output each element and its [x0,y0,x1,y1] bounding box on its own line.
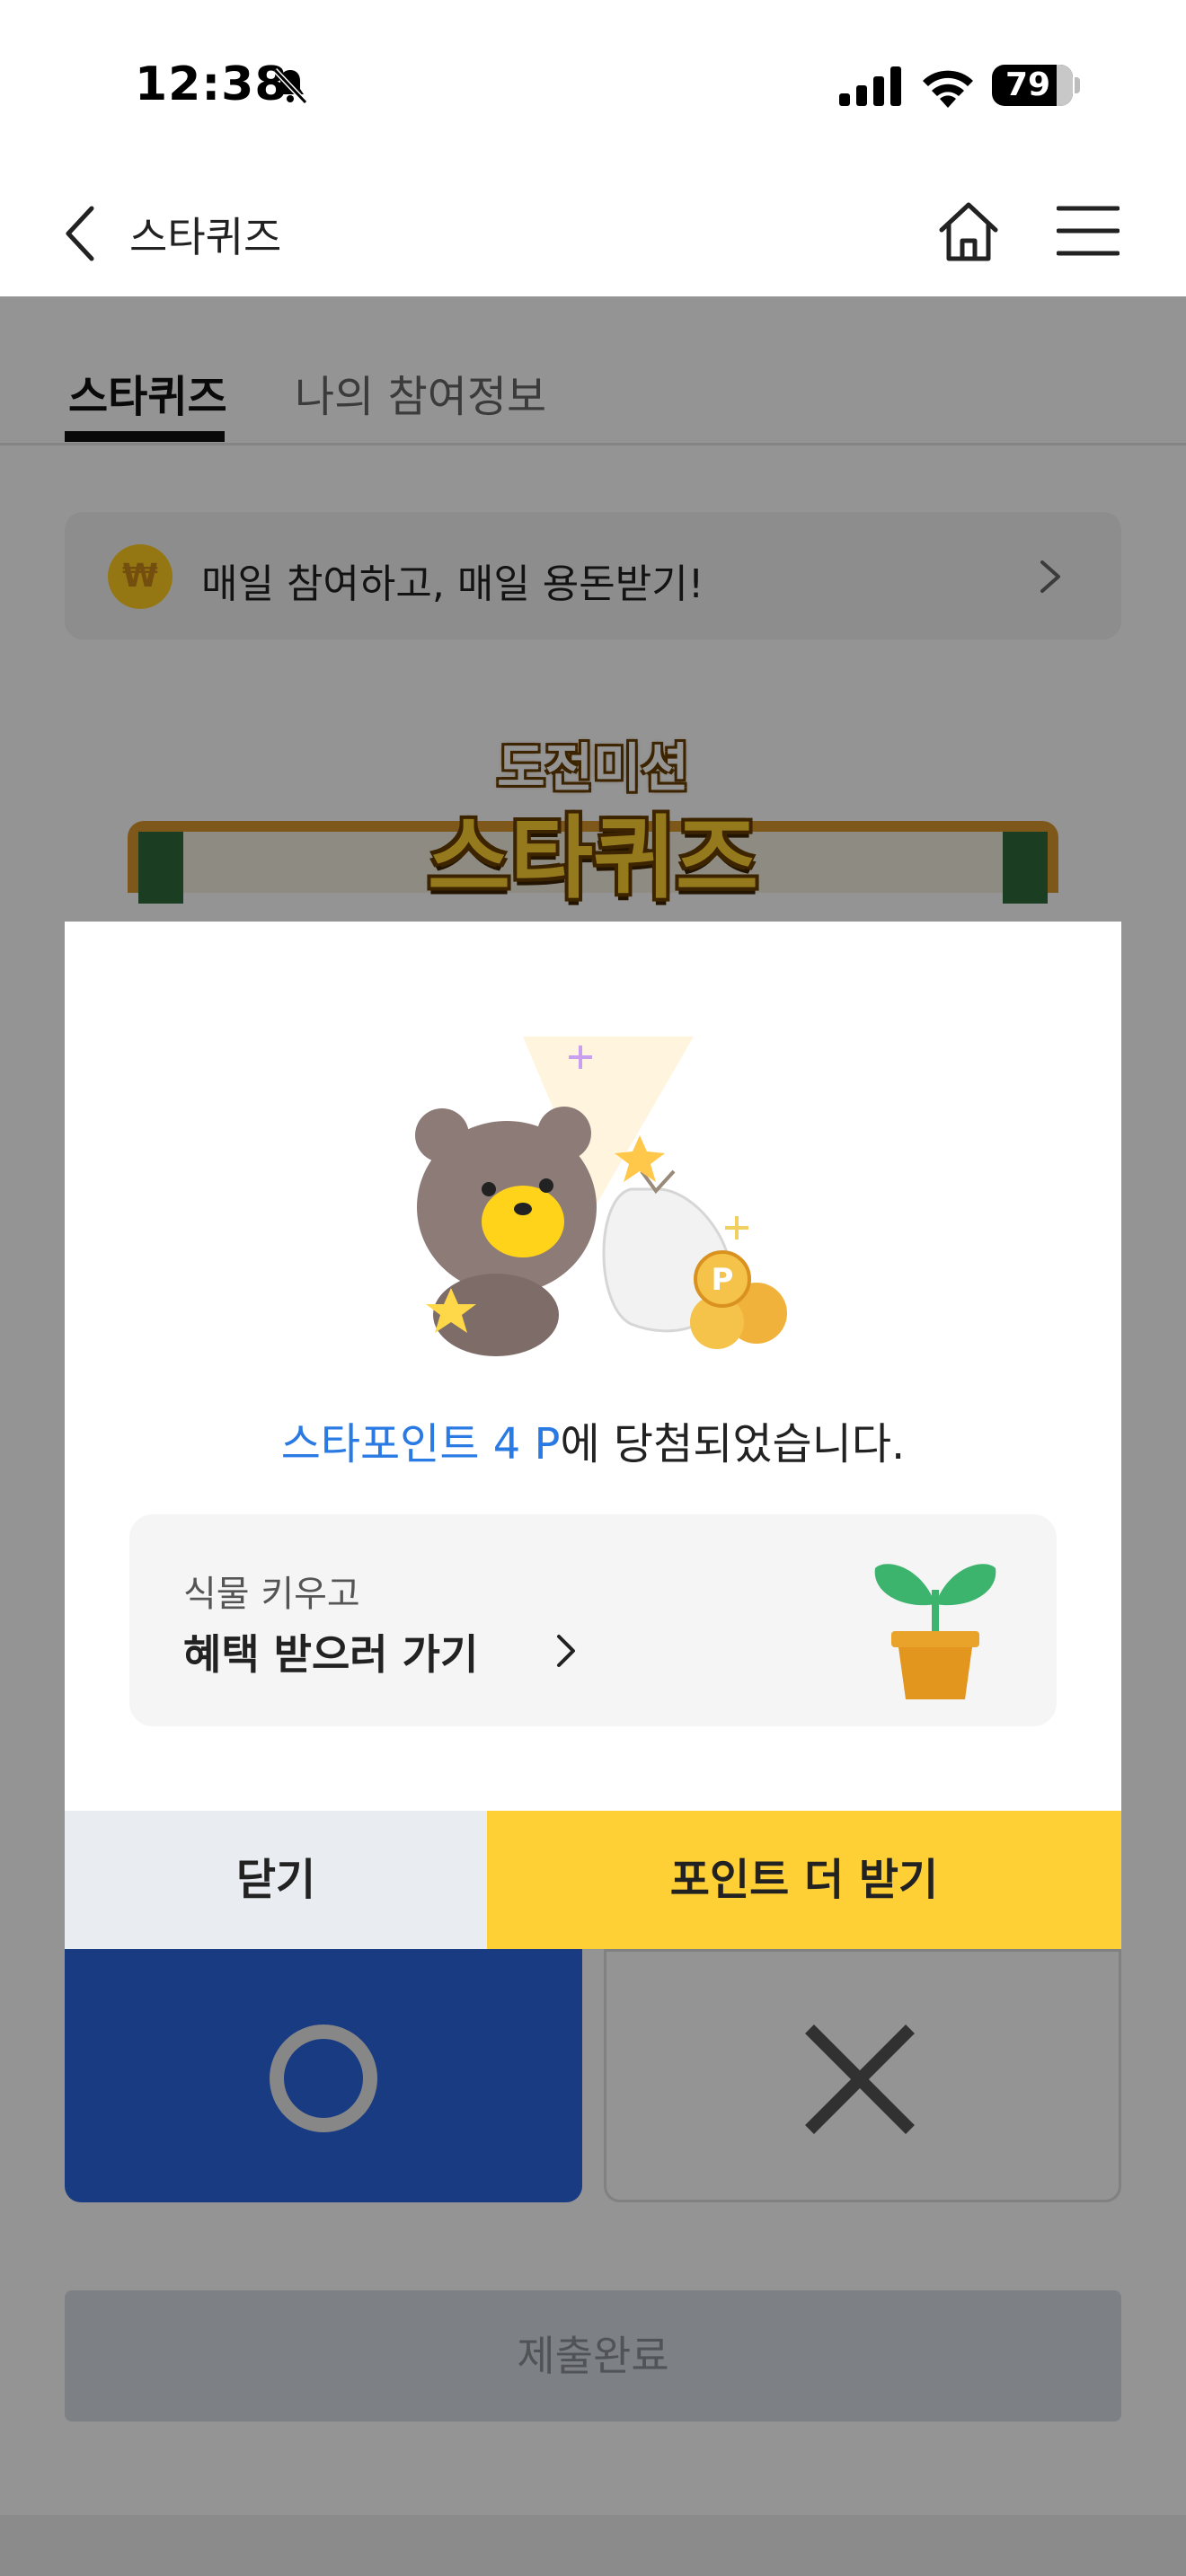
close-button[interactable]: 닫기 [65,1811,487,1949]
bell-slash-icon [272,67,308,105]
svg-text:P: P [712,1262,734,1298]
battery-icon: 79 [992,65,1073,106]
back-chevron-icon[interactable] [58,201,106,266]
nav-header: 스타퀴즈 [0,171,1186,296]
more-points-label: 포인트 더 받기 [669,1855,939,1905]
status-bar: 12:38 79 [0,0,1186,171]
page-title: 스타퀴즈 [129,213,282,261]
result-modal: P 스타포인트 4 P에 당첨되었습니다. 식물 키우고 혜택 받으러 가기 닫… [65,922,1121,1949]
battery-tip [1075,77,1080,93]
home-icon[interactable] [934,198,1003,266]
benefit-title: 혜택 받으러 가기 [183,1630,479,1679]
battery-empty-segment [1057,65,1073,106]
benefit-subtitle: 식물 키우고 [183,1574,360,1615]
plant-benefit-card[interactable]: 식물 키우고 혜택 받으러 가기 [129,1514,1057,1726]
result-message: 스타포인트 4 P에 당첨되었습니다. [65,1408,1121,1471]
signal-icon [839,66,901,106]
prize-amount: 스타포인트 4 P [280,1419,561,1469]
result-suffix: 에 당첨되었습니다. [560,1419,906,1469]
wifi-icon [923,70,973,108]
get-more-points-button[interactable]: 포인트 더 받기 [487,1811,1121,1949]
hamburger-menu-icon[interactable] [1057,203,1120,259]
chevron-right-icon [557,1635,575,1667]
plant-sprout-icon [874,1564,996,1699]
status-time: 12:38 [135,57,288,111]
bear-money-bag-illustration: P [415,1037,787,1356]
battery-level: 79 [1005,66,1051,103]
modal-actions: 닫기 포인트 더 받기 [65,1811,1121,1949]
close-label: 닫기 [235,1855,316,1905]
